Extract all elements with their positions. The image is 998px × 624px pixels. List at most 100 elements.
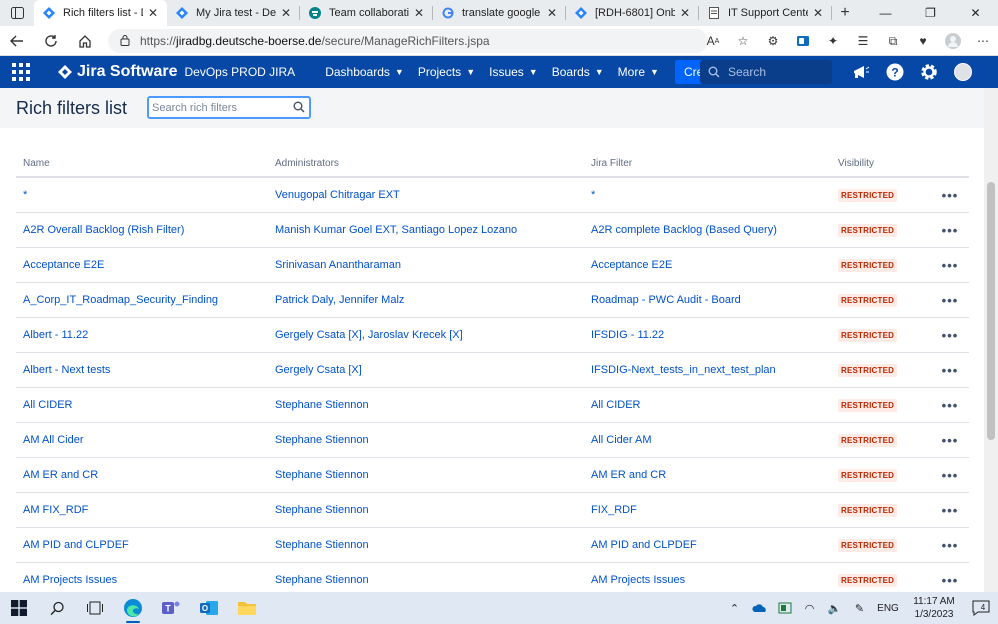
edge-browser-icon[interactable] [114,592,152,624]
notifications-icon[interactable]: 4 [964,592,998,624]
administrators-link[interactable]: Stephane Stiennon [268,399,584,411]
user-avatar[interactable] [946,56,980,88]
nav-more[interactable]: More ▼ [618,65,659,79]
more-options-icon[interactable]: ⋯ [968,26,998,56]
close-tab-icon[interactable]: ✕ [812,6,824,20]
close-tab-icon[interactable]: ✕ [413,6,425,20]
outlook-extension-icon[interactable] [788,26,818,56]
filter-name-link[interactable]: Acceptance E2E [16,259,268,271]
jira-filter-link[interactable]: * [584,189,831,201]
jira-filter-link[interactable]: A2R complete Backlog (Based Query) [584,224,831,236]
filter-name-link[interactable]: AM Projects Issues [16,574,268,586]
jira-filter-link[interactable]: Roadmap - PWC Audit - Board [584,294,831,306]
health-icon[interactable]: ♥ [908,26,938,56]
filter-name-link[interactable]: A_Corp_IT_Roadmap_Security_Finding [16,294,268,306]
wifi-icon[interactable]: ◠ [797,592,822,624]
show-hidden-icons-icon[interactable]: ⌃ [722,592,747,624]
tab-actions-icon[interactable] [0,0,34,26]
browser-tab[interactable]: My Jira test - DevOps ✕ [167,0,300,26]
jira-filter-link[interactable]: AM Projects Issues [584,574,831,586]
close-tab-icon[interactable]: ✕ [147,6,159,20]
profile-avatar[interactable] [938,26,968,56]
row-actions-icon[interactable]: ••• [931,188,969,203]
jira-filter-link[interactable]: IFSDIG - 11.22 [584,329,831,341]
file-explorer-icon[interactable] [228,592,266,624]
jira-filter-link[interactable]: IFSDIG-Next_tests_in_next_test_plan [584,364,831,376]
help-icon[interactable]: ? [878,56,912,88]
new-tab-button[interactable]: + [832,0,858,26]
filter-name-link[interactable]: AM ER and CR [16,469,268,481]
filter-name-link[interactable]: * [16,189,268,201]
jira-search-input[interactable]: Search [700,60,832,84]
back-button[interactable] [0,26,34,56]
administrators-link[interactable]: Stephane Stiennon [268,434,584,446]
volume-icon[interactable]: 🔈 [822,592,847,624]
row-actions-icon[interactable]: ••• [931,468,969,483]
search-icon[interactable] [38,592,76,624]
administrators-link[interactable]: Venugopal Chitragar EXT [268,189,584,201]
filter-name-link[interactable]: Albert - Next tests [16,364,268,376]
administrators-link[interactable]: Srinivasan Anantharaman [268,259,584,271]
close-window-icon[interactable]: ✕ [953,0,998,26]
administrators-link[interactable]: Stephane Stiennon [268,539,584,551]
nav-boards[interactable]: Boards ▼ [552,65,604,79]
row-actions-icon[interactable]: ••• [931,573,969,588]
nav-projects[interactable]: Projects ▼ [418,65,475,79]
browser-tab[interactable]: Team collaboration ✕ [300,0,433,26]
filter-name-link[interactable]: A2R Overall Backlog (Rish Filter) [16,224,268,236]
filter-name-link[interactable]: All CIDER [16,399,268,411]
close-tab-icon[interactable]: ✕ [679,6,691,20]
filter-name-link[interactable]: Albert - 11.22 [16,329,268,341]
scrollbar-thumb[interactable] [987,182,995,440]
read-aloud-icon[interactable]: AA [698,26,728,56]
administrators-link[interactable]: Gergely Csata [X], Jaroslav Krecek [X] [268,329,584,341]
administrators-link[interactable]: Stephane Stiennon [268,469,584,481]
search-icon[interactable] [293,101,305,116]
clock[interactable]: 11:17 AM 1/3/2023 [904,595,964,621]
row-actions-icon[interactable]: ••• [931,503,969,518]
filter-name-link[interactable]: AM All Cider [16,434,268,446]
onedrive-icon[interactable] [747,592,772,624]
row-actions-icon[interactable]: ••• [931,328,969,343]
filter-name-link[interactable]: AM FIX_RDF [16,504,268,516]
jira-filter-link[interactable]: All Cider AM [584,434,831,446]
row-actions-icon[interactable]: ••• [931,398,969,413]
browser-tab[interactable]: IT Support Center ✕ [699,0,832,26]
browser-tab[interactable]: Rich filters list - DevOps ✕ [34,0,167,26]
browser-tab[interactable]: [RDH-6801] Onboarding ✕ [566,0,699,26]
row-actions-icon[interactable]: ••• [931,223,969,238]
lock-icon[interactable] [120,34,130,49]
administrators-link[interactable]: Stephane Stiennon [268,574,584,586]
jira-filter-link[interactable]: Acceptance E2E [584,259,831,271]
rich-filter-search[interactable] [147,96,311,119]
app-switcher-icon[interactable] [0,56,42,88]
administrators-link[interactable]: Manish Kumar Goel EXT, Santiago Lopez Lo… [268,224,584,236]
teams-icon[interactable]: T [152,592,190,624]
row-actions-icon[interactable]: ••• [931,538,969,553]
collections-icon[interactable]: ⧉ [878,26,908,56]
row-actions-icon[interactable]: ••• [931,433,969,448]
row-actions-icon[interactable]: ••• [931,363,969,378]
nav-dashboards[interactable]: Dashboards ▼ [325,65,404,79]
filter-name-link[interactable]: AM PID and CLPDEF [16,539,268,551]
app-tray-icon[interactable] [772,592,797,624]
outlook-icon[interactable]: O [190,592,228,624]
jira-filter-link[interactable]: FIX_RDF [584,504,831,516]
administrators-link[interactable]: Stephane Stiennon [268,504,584,516]
jira-filter-link[interactable]: AM ER and CR [584,469,831,481]
settings-gear-icon[interactable] [912,56,946,88]
home-button[interactable] [68,26,102,56]
favorite-star-icon[interactable]: ☆ [728,26,758,56]
start-icon[interactable] [0,592,38,624]
browser-tab[interactable]: translate google - Google ✕ [433,0,566,26]
favorites-icon[interactable]: ☰ [848,26,878,56]
notifications-megaphone-icon[interactable] [844,56,878,88]
extensions-puzzle-icon[interactable]: ✦ [818,26,848,56]
reload-button[interactable] [34,26,68,56]
close-tab-icon[interactable]: ✕ [280,6,292,20]
jira-filter-link[interactable]: All CIDER [584,399,831,411]
maximize-icon[interactable]: ❐ [908,0,953,26]
nav-issues[interactable]: Issues ▼ [489,65,538,79]
minimize-icon[interactable]: — [863,0,908,26]
extension-gear-icon[interactable]: ⚙ [758,26,788,56]
